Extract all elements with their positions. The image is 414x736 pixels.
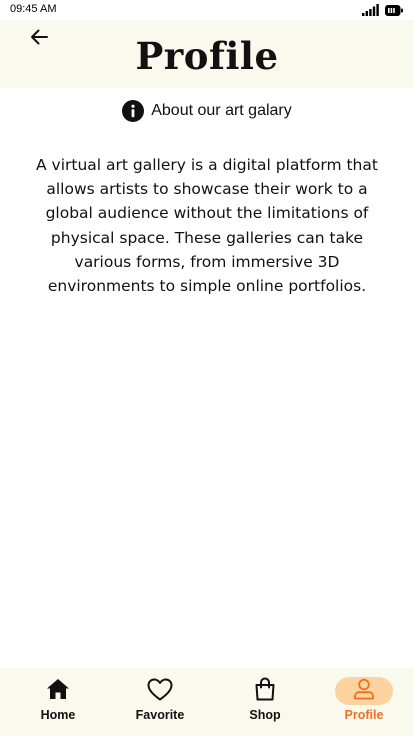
battery-icon: [385, 1, 403, 20]
nav-item-shop[interactable]: Shop: [236, 668, 294, 736]
person-icon: [353, 678, 375, 704]
nav-icon-container: [131, 677, 189, 705]
nav-icon-container: [236, 677, 294, 705]
nav-label-favorite: Favorite: [135, 708, 185, 722]
heart-icon: [147, 678, 173, 705]
nav-item-profile[interactable]: Profile: [335, 668, 393, 736]
nav-item-favorite[interactable]: Favorite: [131, 668, 189, 736]
page-title: Profile: [135, 34, 279, 78]
about-section-heading: About our art galary: [0, 99, 414, 123]
bottom-navigation: Home Favorite Shop Profile: [0, 668, 414, 736]
nav-label-profile: Profile: [344, 708, 384, 722]
shopping-bag-icon: [254, 677, 276, 705]
header: Profile: [0, 20, 414, 88]
home-icon: [46, 678, 70, 704]
signal-icon: [362, 1, 379, 20]
about-label: About our art galary: [151, 102, 292, 119]
nav-label-home: Home: [40, 708, 76, 722]
status-bar: 09:45 AM: [0, 0, 414, 20]
gallery-description: A virtual art gallery is a digital platf…: [36, 156, 378, 296]
nav-icon-container: [29, 677, 87, 705]
info-icon: [122, 100, 145, 122]
nav-label-shop: Shop: [249, 708, 281, 722]
nav-icon-container-active: [335, 677, 393, 705]
nav-item-home[interactable]: Home: [29, 668, 87, 736]
status-time: 09:45 AM: [10, 3, 57, 15]
status-icons: [362, 4, 403, 17]
